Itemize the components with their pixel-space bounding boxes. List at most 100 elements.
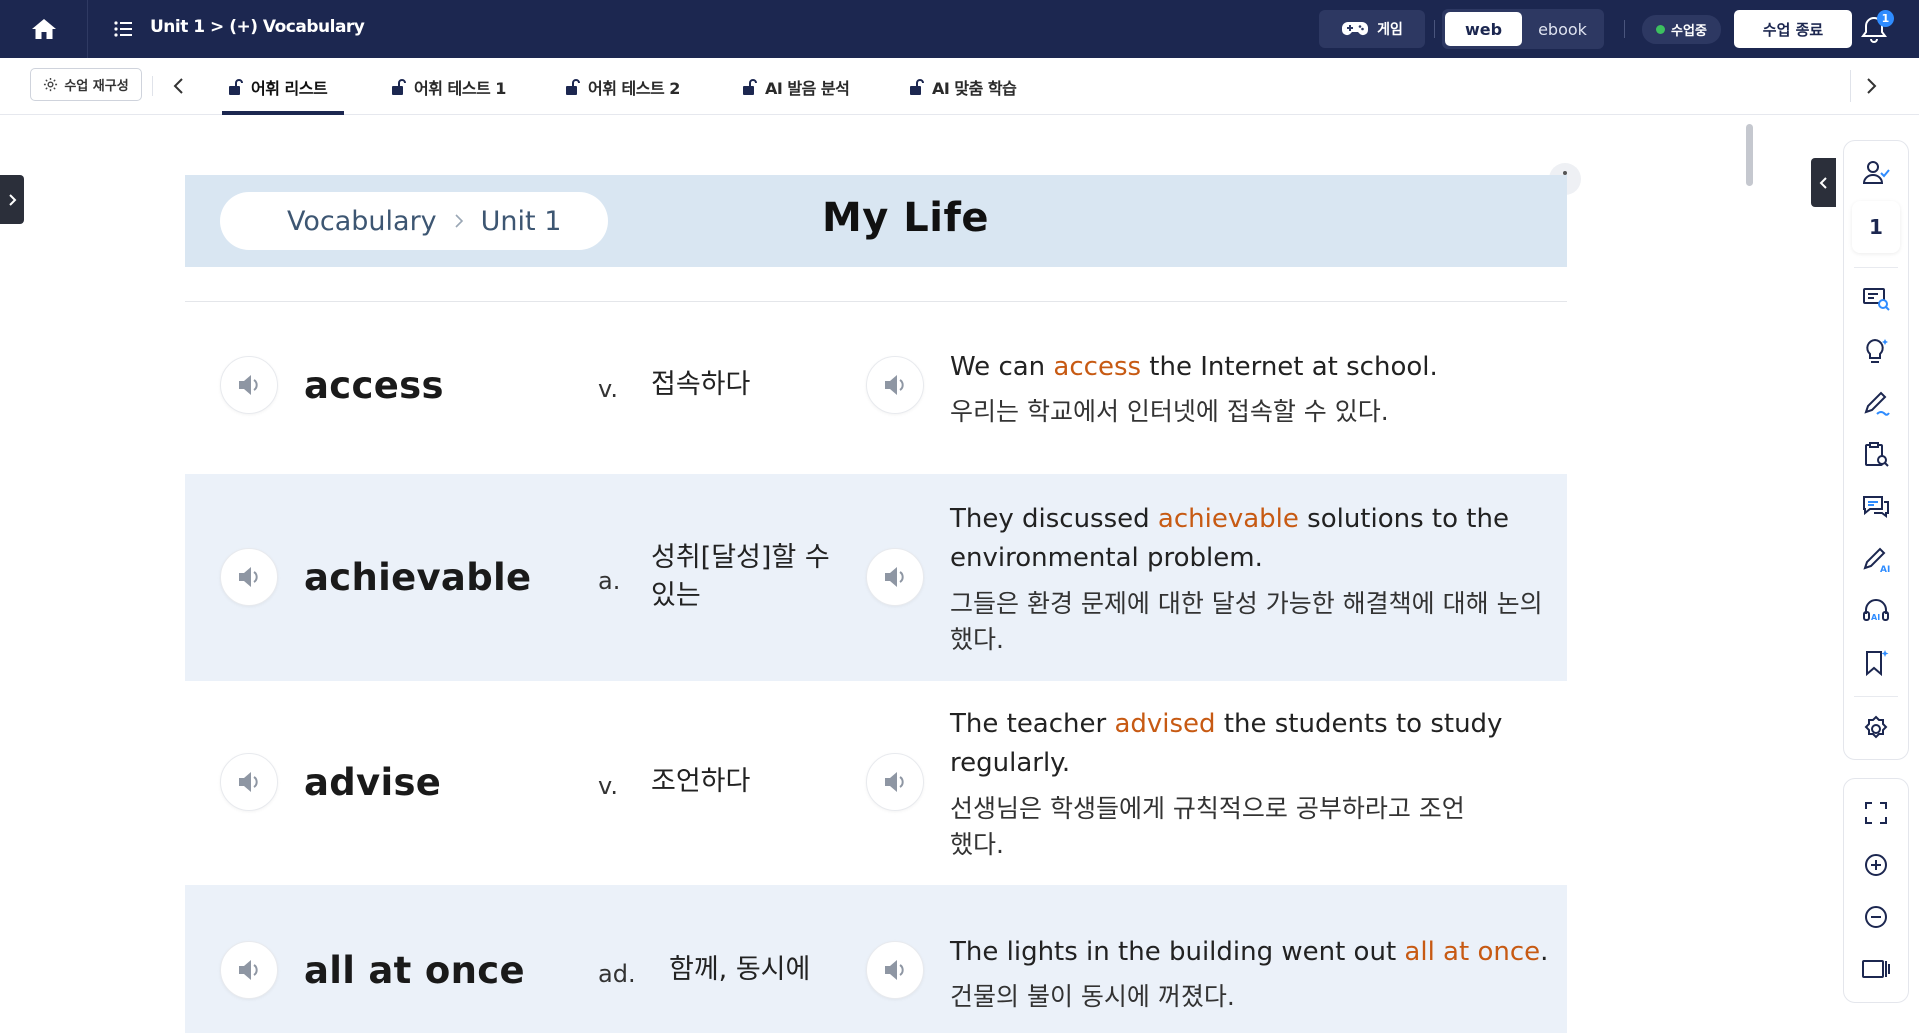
breadcrumb-unit: Unit 1 xyxy=(480,205,562,237)
example-sentence: They discussed achievable solutions to t… xyxy=(950,500,1550,578)
example-text: the Internet at school. xyxy=(1141,352,1438,382)
tab-ai-custom-learning[interactable]: AI 맞춤 학습 xyxy=(908,58,1017,115)
game-button[interactable]: 게임 xyxy=(1319,10,1425,48)
example-sentence: We can access the Internet at school. xyxy=(950,348,1550,387)
vertical-scrollbar[interactable] xyxy=(1745,118,1753,1033)
play-word-audio-button[interactable] xyxy=(220,356,278,414)
speaker-icon xyxy=(236,957,262,983)
view-web-option[interactable]: web xyxy=(1445,12,1522,46)
vocab-row: access v. 접속하다 We can access the Interne… xyxy=(185,302,1567,474)
ai-headset-icon: AI xyxy=(1861,596,1891,626)
word-meaning: 함께, 동시에 xyxy=(669,954,811,985)
chevron-left-icon[interactable] xyxy=(166,73,192,99)
chevron-left-icon xyxy=(1818,176,1830,190)
view-ebook-option[interactable]: ebook xyxy=(1524,12,1601,46)
speaker-icon xyxy=(236,564,262,590)
lightbulb-icon xyxy=(1861,336,1891,366)
top-bar: Unit 1 > (+) Vocabulary 게임 web ebook 수업중… xyxy=(0,0,1919,58)
vocab-row: advise v. 조언하다 The teacher advised the s… xyxy=(185,681,1567,885)
notification-count: 1 xyxy=(1877,10,1894,27)
split-screen-icon xyxy=(1861,956,1891,982)
separator xyxy=(152,76,153,96)
play-word-audio-button[interactable] xyxy=(220,548,278,606)
clipboard-search-icon xyxy=(1861,440,1891,470)
bookmark-button[interactable] xyxy=(1856,643,1896,683)
ai-pencil-icon: AI xyxy=(1861,544,1891,574)
unlock-icon xyxy=(564,78,580,96)
part-of-speech: a. xyxy=(598,567,621,595)
tab-ai-pronunciation[interactable]: AI 발음 분석 xyxy=(741,58,850,115)
split-view-button[interactable] xyxy=(1856,949,1896,989)
draw-button[interactable] xyxy=(1856,383,1896,423)
minus-circle-icon xyxy=(1863,904,1889,930)
left-panel-toggle[interactable] xyxy=(0,175,24,224)
gear-icon xyxy=(1861,714,1891,744)
tool-panel: 1 AI AI xyxy=(1843,140,1909,760)
gear-icon xyxy=(43,77,58,92)
speaker-icon xyxy=(882,372,908,398)
ai-listening-button[interactable]: AI xyxy=(1856,591,1896,631)
tab-vocabulary-test-2[interactable]: 어휘 테스트 2 xyxy=(564,58,680,115)
tab-label: AI 맞춤 학습 xyxy=(932,78,1017,98)
reconfigure-lesson-button[interactable]: 수업 재구성 xyxy=(30,68,142,101)
tab-bar: 수업 재구성 어휘 리스트 어휘 테스트 1 어휘 테스트 2 AI 발음 분석… xyxy=(0,58,1919,115)
word-meaning: 조언하다 xyxy=(651,766,751,797)
view-control-panel xyxy=(1843,778,1909,1003)
vocab-word: achievable xyxy=(304,556,532,599)
tab-vocabulary-list[interactable]: 어휘 리스트 xyxy=(227,58,328,115)
play-example-audio-button[interactable] xyxy=(866,753,924,811)
part-of-speech: v. xyxy=(598,772,618,800)
highlighted-word: access xyxy=(1053,352,1142,382)
gamepad-icon xyxy=(1341,20,1369,38)
lesson-breadcrumb: Unit 1 > (+) Vocabulary xyxy=(150,17,365,37)
example-text: They discussed xyxy=(950,504,1158,534)
example-translation: 우리는 학교에서 인터넷에 접속할 수 있다. xyxy=(950,397,1389,426)
scrollbar-thumb[interactable] xyxy=(1746,124,1753,186)
example-sentence: The lights in the building went out all … xyxy=(950,933,1550,972)
example-text: The teacher xyxy=(950,709,1115,739)
home-button[interactable] xyxy=(0,0,88,58)
end-class-button[interactable]: 수업 종료 xyxy=(1734,10,1852,48)
monitor-search-icon xyxy=(1861,285,1891,313)
play-word-audio-button[interactable] xyxy=(220,941,278,999)
settings-button[interactable] xyxy=(1856,709,1896,749)
screen-monitor-button[interactable] xyxy=(1856,279,1896,319)
tab-label: 어휘 테스트 1 xyxy=(414,78,506,98)
highlighted-word: all at once xyxy=(1404,937,1541,967)
play-word-audio-button[interactable] xyxy=(220,753,278,811)
separator xyxy=(1624,20,1625,38)
example-translation: 선생님은 학생들에게 규칙적으로 공부하라고 조언했다. xyxy=(950,794,1465,859)
students-button[interactable] xyxy=(1856,153,1896,193)
unlock-icon xyxy=(908,78,924,96)
vocab-word: all at once xyxy=(304,949,525,992)
speaker-icon xyxy=(236,769,262,795)
fullscreen-button[interactable] xyxy=(1856,793,1896,833)
active-tab-indicator xyxy=(222,111,344,115)
play-example-audio-button[interactable] xyxy=(866,356,924,414)
part-of-speech: v. xyxy=(598,375,618,403)
home-icon xyxy=(31,17,57,41)
zoom-out-button[interactable] xyxy=(1856,897,1896,937)
highlighted-word: achievable xyxy=(1157,504,1299,534)
separator xyxy=(1434,20,1435,38)
pencil-icon xyxy=(1861,388,1891,418)
play-example-audio-button[interactable] xyxy=(866,941,924,999)
list-menu-icon[interactable] xyxy=(110,17,136,41)
quiz-button[interactable] xyxy=(1856,435,1896,475)
play-example-audio-button[interactable] xyxy=(866,548,924,606)
word-meaning: 접속하다 xyxy=(651,369,751,400)
zoom-in-button[interactable] xyxy=(1856,845,1896,885)
unlock-icon xyxy=(741,78,757,96)
page-title: My Life xyxy=(822,195,990,241)
highlighted-word: advised xyxy=(1114,709,1216,739)
idea-button[interactable] xyxy=(1856,331,1896,371)
notification-button[interactable]: 1 xyxy=(1860,10,1894,46)
ai-writing-button[interactable]: AI xyxy=(1856,539,1896,579)
tab-vocabulary-test-1[interactable]: 어휘 테스트 1 xyxy=(390,58,506,115)
tab-label: AI 발음 분석 xyxy=(765,78,850,98)
tab-label: 어휘 테스트 2 xyxy=(588,78,680,98)
chat-button[interactable] xyxy=(1856,487,1896,527)
chevron-right-icon[interactable] xyxy=(1858,73,1884,99)
example-sentence: The teacher advised the students to stud… xyxy=(950,705,1510,783)
right-panel-toggle[interactable] xyxy=(1811,158,1836,207)
